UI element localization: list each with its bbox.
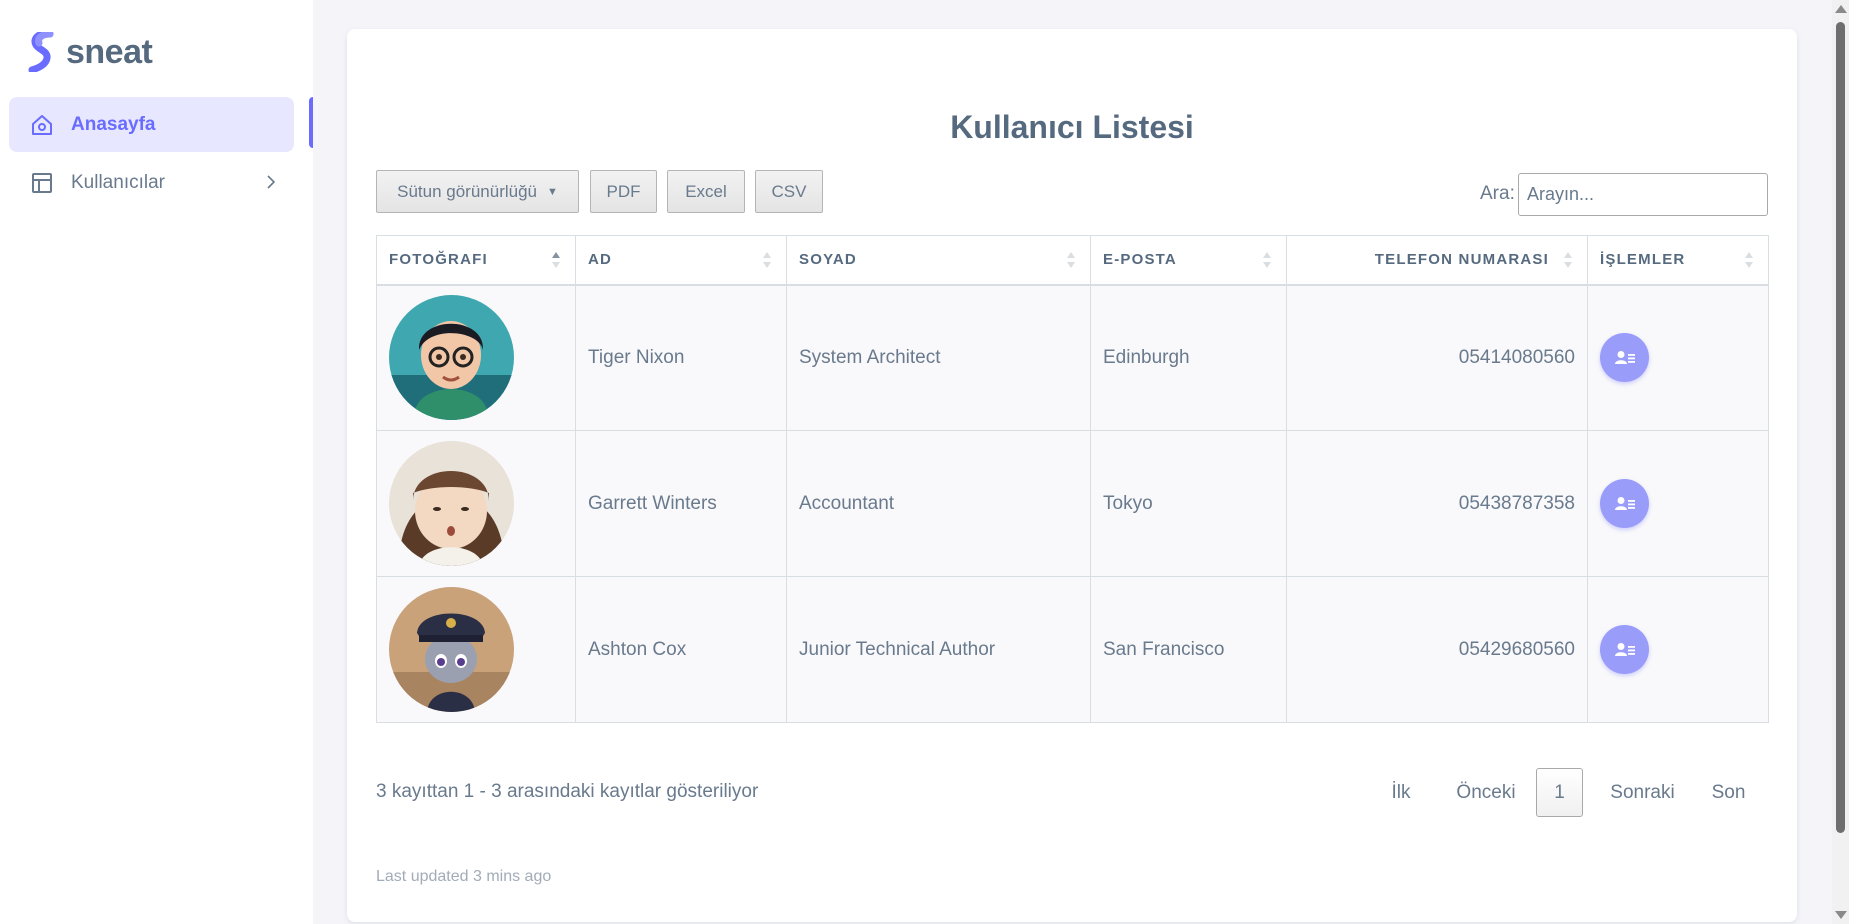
pagination-page-1[interactable]: 1 [1536,768,1583,817]
users-card: Kullanıcı Listesi Sütun görünürlüğü ▼ PD… [347,29,1797,922]
caret-down-icon: ▼ [547,185,558,198]
user-details-button[interactable] [1600,333,1649,383]
user-details-button[interactable] [1600,479,1649,528]
column-header-label: FOTOĞRAFI [389,251,488,269]
user-details-button[interactable] [1600,625,1649,674]
column-header-label: SOYAD [799,251,857,269]
telefon-cell: 05438787358 [1286,430,1588,577]
avatar-bunny-police [389,587,514,712]
column-visibility-button[interactable]: Sütun görünürlüğü ▼ [376,170,579,213]
soyad-cell: Accountant [786,430,1091,577]
sidebar-item-label: Kullanıcılar [71,171,165,193]
eposta-cell: San Francisco [1090,576,1287,723]
brand[interactable]: sneat [28,32,153,72]
column-header-label: TELEFON NUMARASI [1374,251,1549,269]
sort-icon [1745,252,1753,268]
user-details-icon [1614,496,1635,510]
search-label: Ara: [1480,183,1515,204]
telefon-cell: 05414080560 [1286,284,1588,431]
column-header-label: İŞLEMLER [1600,251,1686,269]
home-icon [32,114,52,135]
active-indicator [309,97,313,148]
photo-cell [376,430,576,577]
sidebar-item-kullanicilar[interactable]: Kullanıcılar [9,155,294,210]
scroll-up-arrow-icon[interactable] [1835,5,1847,13]
sort-icon [1263,252,1271,268]
photo-cell [376,576,576,723]
actions-cell [1587,284,1769,431]
column-header-eposta[interactable]: E-POSTA [1090,235,1287,286]
column-header-islemler[interactable]: İŞLEMLER [1587,235,1769,286]
page-title: Kullanıcı Listesi [950,109,1194,145]
table-row: Ashton Cox Junior Technical Author San F… [376,576,1769,723]
users-table: FOTOĞRAFI AD SOYAD E-POSTA TELEFON NUMAR… [376,235,1769,723]
eposta-cell: Tokyo [1090,430,1287,577]
table-header-row: FOTOĞRAFI AD SOYAD E-POSTA TELEFON NUMAR… [376,235,1769,286]
scroll-down-arrow-icon[interactable] [1835,911,1847,919]
vertical-scrollbar[interactable] [1832,0,1849,924]
table-info: 3 kayıttan 1 - 3 arasındaki kayıtlar gös… [376,781,759,802]
table-row: Garrett Winters Accountant Tokyo 0543878… [376,430,1769,577]
pagination-first[interactable]: İlk [1381,768,1421,817]
sort-icon [763,252,771,268]
column-header-telefon[interactable]: TELEFON NUMARASI [1286,235,1588,286]
sort-icon [1067,252,1075,268]
avatar-girl-bangs [389,441,514,566]
ad-cell: Garrett Winters [575,430,787,577]
table-row: Tiger Nixon System Architect Edinburgh 0… [376,284,1769,431]
telefon-cell: 05429680560 [1286,576,1588,723]
brand-name: sneat [66,32,153,71]
pagination-next[interactable]: Sonraki [1595,768,1690,817]
ad-cell: Ashton Cox [575,576,787,723]
last-updated-note: Last updated 3 mins ago [376,868,552,885]
sidebar-item-anasayfa[interactable]: Anasayfa [9,97,294,152]
user-details-icon [1614,350,1635,364]
layout-icon [32,172,52,193]
sidebar-item-label: Anasayfa [71,113,156,135]
column-header-label: AD [588,251,613,269]
avatar-girl-glasses [389,295,514,421]
pagination-previous[interactable]: Önceki [1446,768,1526,817]
column-visibility-label: Sütun görünürlüğü [397,181,537,201]
soyad-cell: System Architect [786,284,1091,431]
actions-cell [1587,430,1769,577]
excel-button[interactable]: Excel [667,170,745,213]
s-logo-icon [28,32,54,72]
eposta-cell: Edinburgh [1090,284,1287,431]
actions-cell [1587,576,1769,723]
pagination-last[interactable]: Son [1701,768,1756,817]
ad-cell: Tiger Nixon [575,284,787,431]
photo-cell [376,284,576,431]
scrollbar-thumb[interactable] [1836,22,1845,833]
sidebar: sneat Anasayfa Kullanıcılar [0,0,313,924]
user-details-icon [1614,642,1635,656]
column-header-photo[interactable]: FOTOĞRAFI [376,235,576,286]
column-header-label: E-POSTA [1103,251,1177,269]
sort-asc-icon [552,252,560,268]
pdf-button[interactable]: PDF [590,170,657,213]
chevron-right-icon [267,175,276,189]
search-input[interactable] [1518,173,1768,216]
soyad-cell: Junior Technical Author [786,576,1091,723]
sort-icon [1564,252,1572,268]
column-header-soyad[interactable]: SOYAD [786,235,1091,286]
column-header-ad[interactable]: AD [575,235,787,286]
csv-button[interactable]: CSV [755,170,823,213]
